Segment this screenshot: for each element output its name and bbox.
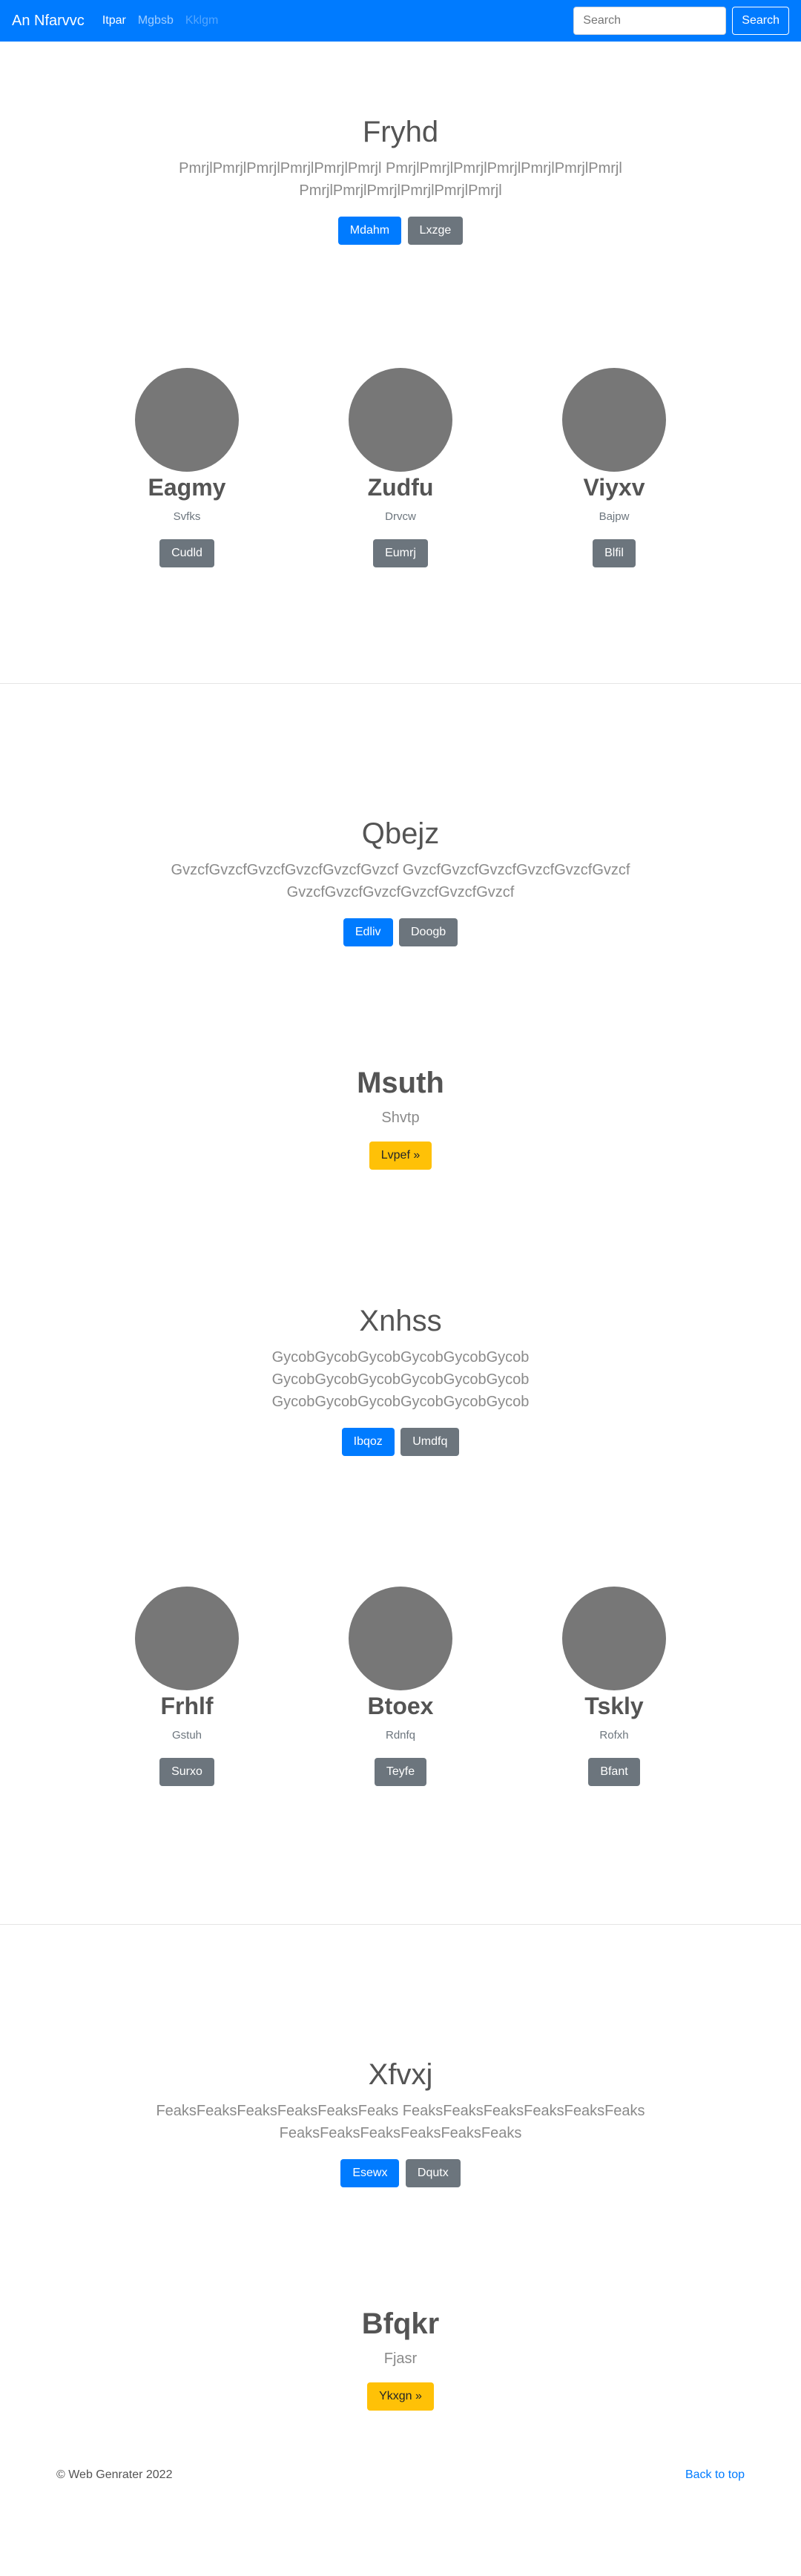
search-input[interactable] (573, 7, 727, 35)
back-to-top-link[interactable]: Back to top (685, 2468, 745, 2482)
feature-column: Viyxv Bajpw Blfil (507, 368, 721, 567)
hero-primary-button[interactable]: Esewx (340, 2159, 400, 2187)
avatar-placeholder (135, 1587, 239, 1690)
hero-lead: GvzcfGvzcfGvzcfGvzcfGvzcfGvzcf GvzcfGvzc… (0, 859, 801, 903)
hero-lead-line: GvzcfGvzcfGvzcfGvzcfGvzcfGvzcf GvzcfGvzc… (171, 862, 630, 878)
search-form: Search (573, 7, 789, 35)
column-title: Tskly (584, 1693, 644, 1719)
hero-lead-line: PmrjlPmrjlPmrjlPmrjlPmrjlPmrjl (299, 182, 502, 199)
hero-lead-line: FeaksFeaksFeaksFeaksFeaksFeaks (279, 2125, 522, 2141)
column-button[interactable]: Bfant (588, 1758, 640, 1786)
avatar-placeholder (349, 368, 452, 472)
feature-column: Zudfu Drvcw Eumrj (294, 368, 507, 567)
nav-link-itpar[interactable]: Itpar (102, 14, 126, 27)
hero-lead-line: GvzcfGvzcfGvzcfGvzcfGvzcfGvzcf (286, 884, 515, 900)
hero-section-2: Qbejz GvzcfGvzcfGvzcfGvzcfGvzcfGvzcf Gvz… (0, 684, 801, 946)
footer-copyright: © Web Genrater 2022 (56, 2468, 173, 2481)
hero-secondary-button[interactable]: Lxzge (407, 217, 464, 245)
hero-buttons: Ibqoz Umdfq (0, 1428, 801, 1456)
feature-column: Btoex Rdnfq Teyfe (294, 1587, 507, 1786)
hero-secondary-button[interactable]: Umdfq (400, 1428, 460, 1456)
column-button[interactable]: Surxo (159, 1758, 214, 1786)
feature-columns-1: Eagmy Svfks Cudld Zudfu Drvcw Eumrj Viyx… (0, 368, 801, 567)
column-subtitle: Gstuh (171, 1729, 202, 1742)
jumbotron-section-2: Bfqkr Fjasr Ykxgn » (0, 2187, 801, 2411)
column-button[interactable]: Blfil (593, 539, 636, 567)
hero-lead-line: FeaksFeaksFeaksFeaksFeaksFeaks FeaksFeak… (156, 2103, 645, 2119)
jumbotron-subtitle: Fjasr (383, 2351, 418, 2367)
jumbotron-button[interactable]: Ykxgn » (367, 2382, 434, 2411)
hero-title: Xfvxj (368, 2058, 433, 2091)
hero-title: Qbejz (361, 817, 440, 850)
hero-secondary-button[interactable]: Doogb (398, 918, 458, 946)
navbar: An Nfarvvc Itpar Mgbsb Kklgm Search (0, 0, 801, 42)
hero-lead: GycobGycobGycobGycobGycobGycob GycobGyco… (0, 1346, 801, 1413)
hero-primary-button[interactable]: Ibqoz (341, 1428, 395, 1456)
column-title: Zudfu (367, 474, 434, 501)
navbar-brand[interactable]: An Nfarvvc (12, 13, 85, 30)
hero-buttons: Edliv Doogb (0, 918, 801, 946)
feature-column: Eagmy Svfks Cudld (80, 368, 294, 567)
hero-primary-button[interactable]: Mdahm (337, 217, 402, 245)
column-subtitle: Bajpw (599, 510, 630, 523)
hero-section-3: Xnhss GycobGycobGycobGycobGycobGycob Gyc… (0, 1170, 801, 1456)
nav-link-kklgm: Kklgm (185, 14, 219, 27)
feature-column: Tskly Rofxh Bfant (507, 1587, 721, 1786)
avatar-placeholder (562, 368, 666, 472)
hero-primary-button[interactable]: Edliv (343, 918, 393, 946)
hero-lead-line: GycobGycobGycobGycobGycobGycob (271, 1394, 530, 1410)
column-title: Btoex (367, 1693, 434, 1719)
column-subtitle: Rofxh (599, 1729, 629, 1742)
nav-link-mgbsb[interactable]: Mgbsb (138, 14, 174, 27)
hero-lead: PmrjlPmrjlPmrjlPmrjlPmrjlPmrjl PmrjlPmrj… (0, 157, 801, 202)
column-button[interactable]: Teyfe (374, 1758, 427, 1786)
avatar-placeholder (349, 1587, 452, 1690)
jumbotron-button[interactable]: Lvpef » (369, 1142, 432, 1170)
jumbotron-subtitle: Shvtp (381, 1110, 420, 1126)
hero-title: Xnhss (359, 1305, 442, 1337)
search-button[interactable]: Search (732, 7, 789, 35)
hero-buttons: Esewx Dqutx (0, 2159, 801, 2187)
feature-columns-2: Frhlf Gstuh Surxo Btoex Rdnfq Teyfe Tskl… (0, 1587, 801, 1786)
hero-lead: FeaksFeaksFeaksFeaksFeaksFeaks FeaksFeak… (0, 2100, 801, 2144)
feature-column: Frhlf Gstuh Surxo (80, 1587, 294, 1786)
column-title: Viyxv (583, 474, 645, 501)
column-subtitle: Drvcw (385, 510, 416, 523)
jumbotron-title: Msuth (357, 1067, 444, 1099)
avatar-placeholder (135, 368, 239, 472)
hero-buttons: Mdahm Lxzge (0, 217, 801, 245)
hero-title: Fryhd (362, 116, 439, 148)
column-subtitle: Rdnfq (385, 1729, 416, 1742)
footer: © Web Genrater 2022 Back to top (0, 2468, 801, 2482)
hero-section-4: Xfvxj FeaksFeaksFeaksFeaksFeaksFeaks Fea… (0, 1925, 801, 2187)
hero-section-1: Fryhd PmrjlPmrjlPmrjlPmrjlPmrjlPmrjl Pmr… (0, 42, 801, 245)
column-button[interactable]: Cudld (159, 539, 214, 567)
hero-lead-line: PmrjlPmrjlPmrjlPmrjlPmrjlPmrjl PmrjlPmrj… (179, 160, 622, 177)
jumbotron-section-1: Msuth Shvtp Lvpef » (0, 946, 801, 1170)
jumbotron-title: Bfqkr (361, 2307, 440, 2340)
hero-lead-line: GycobGycobGycobGycobGycobGycob (271, 1371, 530, 1388)
column-title: Eagmy (148, 474, 226, 501)
column-title: Frhlf (160, 1693, 214, 1719)
avatar-placeholder (562, 1587, 666, 1690)
hero-secondary-button[interactable]: Dqutx (405, 2159, 461, 2187)
column-button[interactable]: Eumrj (373, 539, 428, 567)
hero-lead-line: GycobGycobGycobGycobGycobGycob (271, 1349, 530, 1366)
column-subtitle: Svfks (173, 510, 201, 523)
